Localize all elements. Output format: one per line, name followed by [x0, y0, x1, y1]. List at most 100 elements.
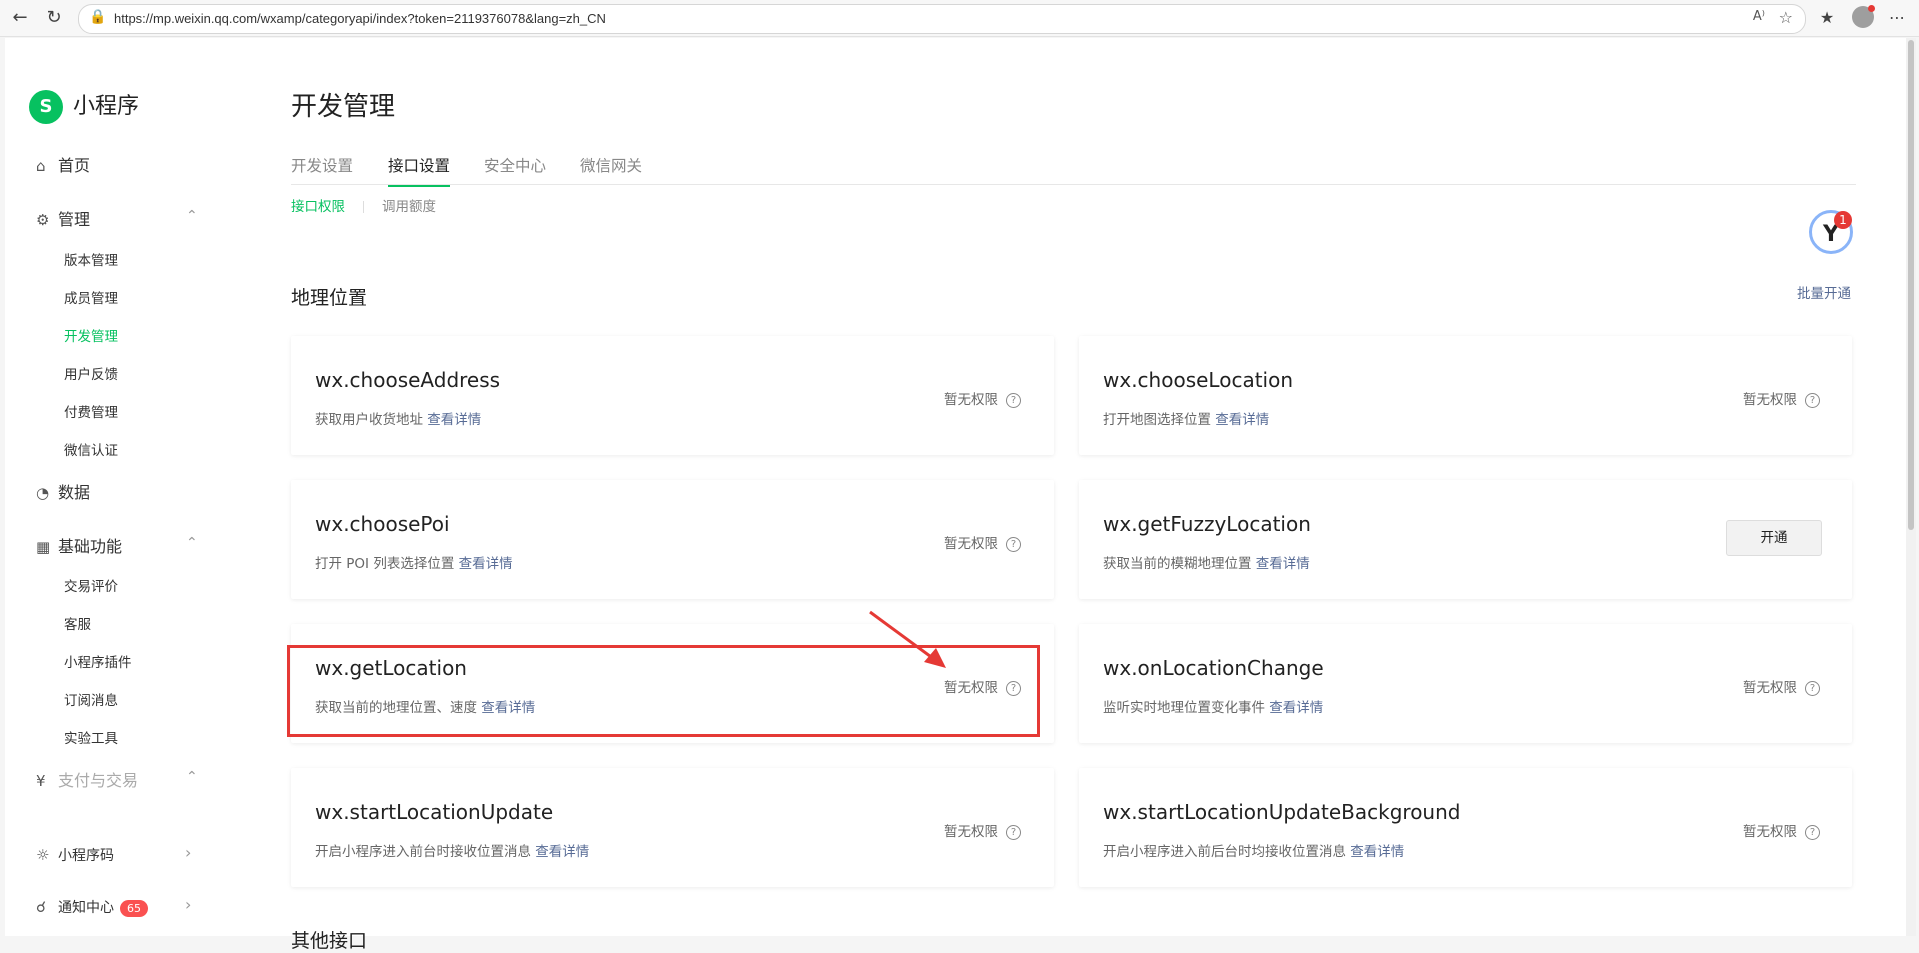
chevron-right-icon[interactable]: ›	[185, 895, 191, 914]
api-status: 暂无权限?	[944, 820, 1021, 840]
bell-icon: ☌	[36, 898, 47, 916]
subtab-call-quota[interactable]: 调用额度	[382, 195, 436, 215]
detail-link[interactable]: 查看详情	[1215, 412, 1269, 428]
favorites-icon[interactable]: ★	[1815, 6, 1839, 30]
subtab-api-permission[interactable]: 接口权限	[291, 195, 345, 215]
api-desc: 获取用户收货地址 查看详情	[315, 408, 481, 428]
api-desc: 打开地图选择位置 查看详情	[1103, 408, 1269, 428]
api-card: wx.startLocationUpdate 开启小程序进入前台时接收位置消息 …	[291, 768, 1054, 887]
sidebar-item-label: 基础功能	[58, 537, 123, 556]
brand-name: 小程序	[73, 94, 140, 119]
api-desc: 获取当前的模糊地理位置 查看详情	[1103, 552, 1310, 572]
more-menu-icon[interactable]: ⋯	[1885, 6, 1909, 30]
sidebar-sub-review[interactable]: 交易评价	[64, 575, 118, 595]
tab-dev-settings[interactable]: 开发设置	[291, 154, 353, 185]
sidebar-sub-dev-manage[interactable]: 开发管理	[64, 325, 118, 345]
api-card: wx.startLocationUpdateBackground 开启小程序进入…	[1079, 768, 1852, 887]
api-card: wx.chooseAddress 获取用户收货地址 查看详情 暂无权限?	[291, 336, 1054, 455]
api-desc: 监听实时地理位置变化事件 查看详情	[1103, 696, 1323, 716]
notify-count-badge: 65	[120, 900, 148, 917]
sidebar-qrcode-label: 小程序码	[58, 848, 114, 864]
sidebar-item-label: 首页	[58, 156, 91, 175]
status-text: 暂无权限	[1743, 824, 1797, 840]
help-icon[interactable]: ?	[1006, 824, 1021, 840]
api-card: wx.choosePoi 打开 POI 列表选择位置 查看详情 暂无权限?	[291, 480, 1054, 599]
api-name: wx.startLocationUpdate	[315, 800, 554, 824]
detail-link[interactable]: 查看详情	[459, 556, 513, 572]
sidebar-sub-lab[interactable]: 实验工具	[64, 727, 118, 747]
api-name: wx.startLocationUpdateBackground	[1103, 800, 1461, 824]
sidebar-sub-members[interactable]: 成员管理	[64, 287, 118, 307]
sidebar-item-manage[interactable]: ⚙ 管理 ⌃	[36, 206, 198, 230]
detail-link[interactable]: 查看详情	[1269, 700, 1323, 716]
api-name: wx.getFuzzyLocation	[1103, 512, 1311, 536]
chevron-up-icon[interactable]: ⌃	[186, 535, 198, 551]
api-card: wx.onLocationChange 监听实时地理位置变化事件 查看详情 暂无…	[1079, 624, 1852, 743]
detail-link[interactable]: 查看详情	[1256, 556, 1310, 572]
help-icon[interactable]: ?	[1006, 392, 1021, 408]
api-status: 暂无权限?	[944, 388, 1021, 408]
favorite-star-icon[interactable]: ☆	[1779, 8, 1793, 27]
api-desc: 打开 POI 列表选择位置 查看详情	[315, 552, 513, 572]
sidebar-item-data[interactable]: ◔ 数据	[36, 479, 90, 503]
assistant-badge: 1	[1834, 211, 1852, 229]
detail-link[interactable]: 查看详情	[535, 844, 589, 860]
api-name: wx.onLocationChange	[1103, 656, 1324, 680]
page-scrollbar[interactable]	[1906, 38, 1916, 936]
chevron-up-icon[interactable]: ⌃	[186, 208, 198, 224]
yuan-icon: ¥	[36, 772, 46, 790]
address-bar[interactable]: 🔒 https://mp.weixin.qq.com/wxamp/categor…	[78, 4, 1806, 34]
chevron-right-icon[interactable]: ›	[185, 843, 191, 862]
api-desc-text: 获取用户收货地址	[315, 412, 423, 428]
sidebar-item-pay[interactable]: ¥ 支付与交易 ⌃	[36, 767, 198, 791]
tab-security[interactable]: 安全中心	[484, 154, 546, 185]
api-name: wx.choosePoi	[315, 512, 450, 536]
api-status: 暂无权限?	[1743, 820, 1820, 840]
sidebar-qrcode[interactable]: ☼ 小程序码	[36, 845, 114, 865]
batch-open-link[interactable]: 批量开通	[1797, 282, 1851, 302]
detail-link[interactable]: 查看详情	[1350, 844, 1404, 860]
back-icon[interactable]: ←	[8, 6, 32, 30]
api-desc-text: 开启小程序进入前台时接收位置消息	[315, 844, 531, 860]
chevron-up-icon[interactable]: ⌃	[186, 769, 198, 785]
status-text: 暂无权限	[1743, 392, 1797, 408]
help-icon[interactable]: ?	[1805, 392, 1820, 408]
read-aloud-icon[interactable]: A⁾	[1753, 9, 1765, 24]
api-name: wx.chooseAddress	[315, 368, 501, 392]
sidebar-item-home[interactable]: ⌂ 首页	[36, 152, 90, 176]
api-status: 暂无权限?	[1743, 388, 1820, 408]
sidebar-sub-payment[interactable]: 付费管理	[64, 401, 118, 421]
sidebar-sub-verify[interactable]: 微信认证	[64, 439, 118, 459]
subtab-divider	[363, 201, 364, 213]
sidebar-item-label: 数据	[58, 483, 91, 502]
api-desc-text: 监听实时地理位置变化事件	[1103, 700, 1265, 716]
api-desc: 开启小程序进入前台时接收位置消息 查看详情	[315, 840, 589, 860]
sidebar-sub-plugin[interactable]: 小程序插件	[64, 651, 132, 671]
sidebar-item-basic[interactable]: ▦ 基础功能 ⌃	[36, 533, 198, 557]
api-status: 暂无权限?	[944, 532, 1021, 552]
url-text[interactable]: https://mp.weixin.qq.com/wxamp/categorya…	[114, 11, 606, 26]
annotation-arrow-icon	[869, 610, 946, 668]
sidebar-item-label: 支付与交易	[58, 771, 139, 790]
refresh-icon[interactable]: ↻	[42, 6, 66, 30]
status-text: 暂无权限	[944, 824, 998, 840]
scrollbar-thumb[interactable]	[1908, 40, 1914, 530]
api-desc: 开启小程序进入前后台时均接收位置消息 查看详情	[1103, 840, 1404, 860]
tab-gateway[interactable]: 微信网关	[580, 154, 642, 185]
api-card: wx.chooseLocation 打开地图选择位置 查看详情 暂无权限?	[1079, 336, 1852, 455]
sidebar-sub-feedback[interactable]: 用户反馈	[64, 363, 118, 383]
lock-icon: 🔒	[89, 9, 107, 25]
help-icon[interactable]: ?	[1805, 824, 1820, 840]
sidebar-notify[interactable]: ☌ 通知中心 65	[36, 897, 148, 917]
tab-api-settings[interactable]: 接口设置	[388, 154, 451, 187]
help-icon[interactable]: ?	[1805, 680, 1820, 696]
open-button[interactable]: 开通	[1726, 520, 1822, 556]
miniprogram-logo-icon: S	[29, 90, 63, 124]
sidebar-notify-label: 通知中心	[58, 900, 114, 916]
sidebar-sub-version[interactable]: 版本管理	[64, 249, 118, 269]
sidebar-sub-service[interactable]: 客服	[64, 613, 91, 633]
detail-link[interactable]: 查看详情	[427, 412, 481, 428]
api-card: wx.getFuzzyLocation 获取当前的模糊地理位置 查看详情 开通	[1079, 480, 1852, 599]
help-icon[interactable]: ?	[1006, 536, 1021, 552]
sidebar-sub-subscribe[interactable]: 订阅消息	[64, 689, 118, 709]
